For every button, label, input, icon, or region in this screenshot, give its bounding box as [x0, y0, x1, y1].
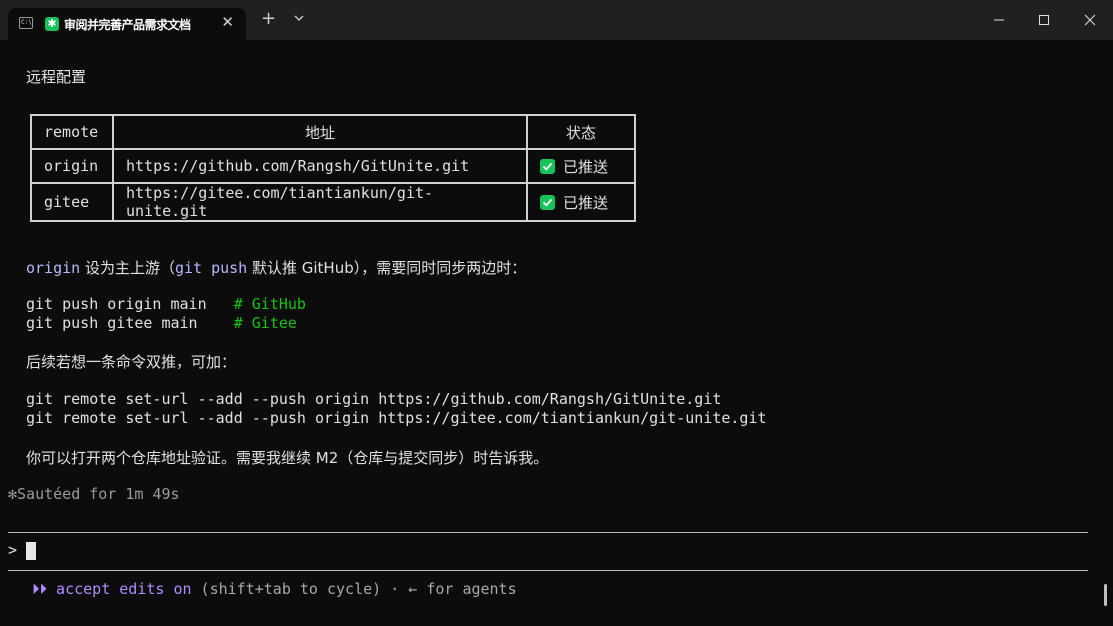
table-row: gitee https://gitee.com/tiantiankun/git-… — [30, 182, 636, 222]
mode-hint: (shift+tab to cycle) · ← for agents — [191, 580, 517, 598]
remote-name: origin — [30, 148, 114, 184]
section-heading: 远程配置 — [26, 68, 87, 86]
prompt-divider-bottom — [8, 570, 1088, 571]
code-comment: # Gitee — [233, 314, 297, 332]
prompt-caret: > — [8, 541, 18, 559]
spinner-line: ✻Sautéed for 1m 49s — [8, 485, 180, 503]
scrollbar-thumb[interactable] — [1104, 584, 1107, 606]
push-command: git push origin main — [26, 295, 234, 313]
status-label: 已推送 — [563, 193, 609, 212]
app-icon: ✱ — [45, 17, 59, 31]
check-icon — [540, 158, 555, 174]
mode-arrows-icon: ⏵⏵ — [32, 580, 48, 598]
followup-text: 后续若想一条命令双推，可加： — [26, 353, 237, 371]
push-command: git push gitee main — [26, 314, 234, 332]
prompt-input[interactable] — [26, 542, 36, 560]
upstream-text-1: 设为主上游（ — [80, 259, 175, 277]
remote-address: https://github.com/Rangsh/GitUnite.git — [112, 148, 528, 184]
spinner-icon: ✻ — [8, 485, 18, 503]
close-window-button[interactable] — [1076, 6, 1104, 34]
remote-name: gitee — [30, 182, 114, 222]
code-comment: # GitHub — [233, 295, 306, 313]
remote-command: git remote set-url --add --push origin h… — [26, 409, 767, 427]
remote-address: https://gitee.com/tiantiankun/git-unite.… — [112, 182, 528, 222]
remote-status: 已推送 — [526, 182, 636, 222]
origin-keyword: origin — [26, 259, 81, 277]
remote-status: 已推送 — [526, 148, 636, 184]
spinner-text: Sautéed for 1m 49s — [17, 485, 180, 503]
title-bar: C:\ ✱ 审阅并完善产品需求文档 ✕ + — [0, 0, 1113, 40]
check-icon — [540, 194, 555, 210]
maximize-button[interactable] — [1030, 6, 1058, 34]
tab-title: 审阅并完善产品需求文档 — [64, 18, 191, 32]
closing-text: 你可以打开两个仓库地址验证。需要我继续 M2（仓库与提交同步）时告诉我。 — [26, 449, 549, 467]
column-header-status: 状态 — [526, 114, 636, 150]
minimize-button[interactable] — [985, 6, 1013, 34]
close-tab-icon[interactable]: ✕ — [221, 13, 234, 31]
prompt-divider-top — [8, 532, 1088, 533]
column-header-remote: remote — [30, 114, 114, 150]
chevron-down-icon[interactable] — [291, 10, 307, 26]
tab-active[interactable]: C:\ ✱ 审阅并完善产品需求文档 ✕ — [8, 8, 246, 40]
upstream-text-2: 默认推 GitHub），需要同时同步两边时： — [247, 259, 527, 277]
code-line: git push origin main # GitHub — [26, 295, 306, 313]
table-row: origin https://github.com/Rangsh/GitUnit… — [30, 148, 636, 184]
mode-label[interactable]: accept edits on — [56, 580, 191, 598]
column-header-address: 地址 — [112, 114, 528, 150]
new-tab-button[interactable]: + — [261, 9, 276, 29]
status-label: 已推送 — [563, 157, 609, 176]
remotes-table: remote 地址 状态 origin https://github.com/R… — [30, 114, 636, 222]
upstream-line: origin 设为主上游（git push 默认推 GitHub），需要同时同步… — [26, 257, 526, 278]
terminal-icon: C:\ — [19, 17, 33, 29]
remote-command: git remote set-url --add --push origin h… — [26, 390, 722, 408]
status-bar: ⏵⏵ accept edits on (shift+tab to cycle) … — [32, 580, 517, 598]
git-push-keyword: git push — [174, 259, 248, 277]
code-line: git push gitee main # Gitee — [26, 314, 297, 332]
table-header-row: remote 地址 状态 — [30, 114, 636, 150]
